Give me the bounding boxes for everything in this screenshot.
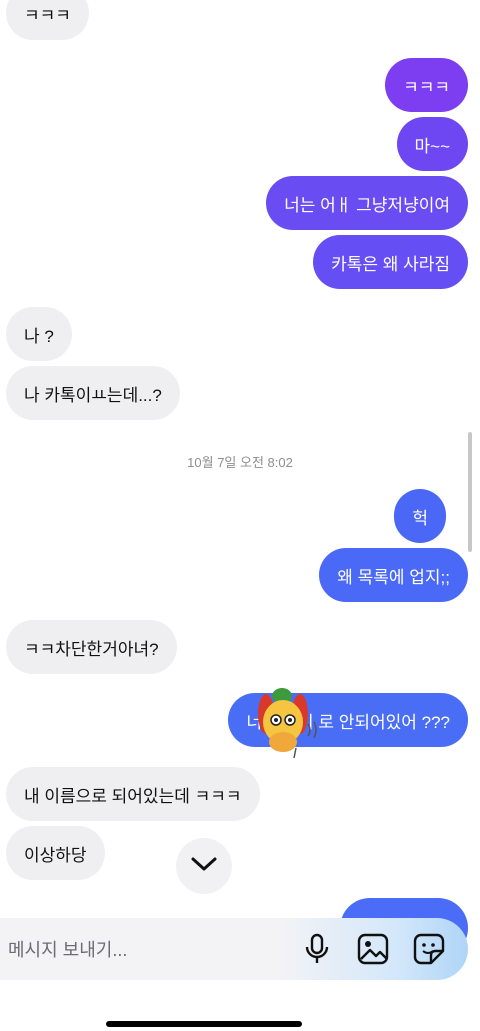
- message-bubble-incoming[interactable]: ㅋㅋㅋ: [6, 0, 89, 40]
- scroll-to-bottom-button[interactable]: [176, 838, 232, 894]
- message-bubble-outgoing[interactable]: ㅋㅋㅋ: [385, 58, 468, 112]
- message-composer[interactable]: 메시지 보내기...: [0, 918, 468, 980]
- message-bubble-incoming[interactable]: 나 카톡이ㅛ는데...?: [6, 366, 180, 420]
- message-bubble-outgoing[interactable]: 헉: [394, 489, 446, 543]
- character-sticker: [256, 684, 328, 768]
- message-bubble-outgoing[interactable]: 너는 어ㅐ 그냥저냥이여: [266, 176, 468, 230]
- message-bubble-outgoing[interactable]: 카톡은 왜 사라짐: [313, 235, 468, 289]
- message-bubble-incoming[interactable]: 내 이름으로 되어있는데 ㅋㅋㅋ: [6, 767, 260, 821]
- message-bubble-outgoing[interactable]: 왜 목록에 업지;;: [319, 548, 468, 602]
- message-bubble-incoming[interactable]: 나 ?: [6, 307, 72, 361]
- home-indicator: [106, 1021, 302, 1027]
- chevron-down-icon: [190, 856, 218, 877]
- scrollbar[interactable]: [468, 432, 472, 552]
- message-timestamp: 10월 7일 오전 8:02: [187, 455, 293, 470]
- message-bubble-incoming[interactable]: ㅋㅋ차단한거아녀?: [6, 620, 177, 674]
- sticker-icon[interactable]: [412, 932, 446, 966]
- message-bubble-outgoing[interactable]: 마~~: [396, 117, 468, 171]
- message-bubble-incoming[interactable]: 이상하당: [6, 826, 105, 880]
- image-icon[interactable]: [356, 932, 390, 966]
- message-input[interactable]: 메시지 보내기...: [8, 936, 300, 962]
- microphone-icon[interactable]: [300, 932, 334, 966]
